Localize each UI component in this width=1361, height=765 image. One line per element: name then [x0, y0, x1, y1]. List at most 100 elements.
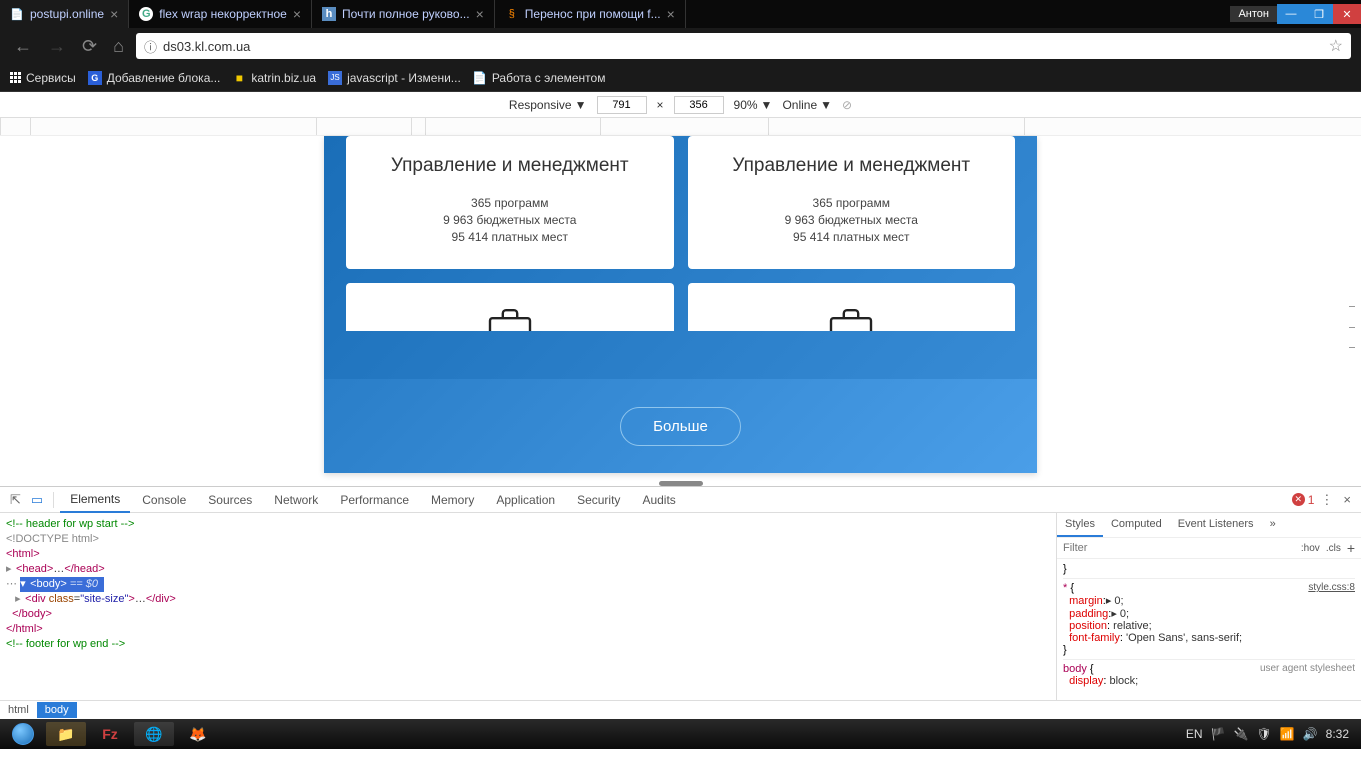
- forward-button[interactable]: →: [44, 36, 70, 57]
- dom-node[interactable]: <html>: [6, 547, 1050, 562]
- maximize-button[interactable]: ❐: [1305, 4, 1333, 24]
- inspect-icon[interactable]: ⇱: [6, 492, 25, 508]
- tab-performance[interactable]: Performance: [330, 488, 419, 512]
- tab-sources[interactable]: Sources: [198, 488, 262, 512]
- tab-elements[interactable]: Elements: [60, 487, 130, 513]
- rotate-icon[interactable]: ⊘: [842, 98, 852, 112]
- tab-styles[interactable]: Styles: [1057, 513, 1103, 537]
- briefcase-icon: [820, 307, 882, 331]
- close-icon[interactable]: ×: [1339, 492, 1355, 507]
- url-bar[interactable]: ⓘ ds03.kl.com.ua ☆: [136, 33, 1351, 59]
- device-toolbar: Responsive ▼ × 90% ▼ Online ▼ ⊘: [0, 92, 1361, 118]
- tab-3[interactable]: h Почти полное руково... ×: [312, 0, 495, 28]
- tab-1[interactable]: 📄 postupi.online ×: [0, 0, 129, 28]
- more-tabs-icon[interactable]: »: [1262, 513, 1284, 537]
- cls-toggle[interactable]: .cls: [1326, 543, 1341, 554]
- home-button[interactable]: ⌂: [109, 36, 128, 57]
- tab-network[interactable]: Network: [264, 488, 328, 512]
- taskbar-firefox[interactable]: 🦊: [178, 722, 218, 746]
- program-card[interactable]: [346, 283, 674, 331]
- device-toggle-icon[interactable]: ▭: [27, 492, 47, 508]
- bookmark-item[interactable]: 📄 Работа с элементом: [473, 71, 606, 85]
- breadcrumb-body[interactable]: body: [37, 702, 77, 718]
- bookmark-item[interactable]: G Добавление блока...: [88, 71, 221, 85]
- network-select[interactable]: Online ▼: [782, 98, 832, 112]
- tab-4[interactable]: § Перенос при помощи f... ×: [495, 0, 686, 28]
- zoom-select[interactable]: 90% ▼: [734, 98, 773, 112]
- apps-button[interactable]: Сервисы: [10, 71, 76, 85]
- dom-node[interactable]: ▸<div class="site-size">…</div>: [6, 592, 1050, 607]
- volume-icon[interactable]: 🔊: [1303, 727, 1318, 741]
- resize-handle-bottom[interactable]: [659, 481, 703, 486]
- dom-node[interactable]: </body>: [6, 607, 1050, 622]
- css-declaration[interactable]: display: block;: [1063, 675, 1355, 687]
- dom-node[interactable]: </html>: [6, 622, 1050, 637]
- error-indicator[interactable]: ✕ 1: [1292, 493, 1315, 507]
- back-button[interactable]: ←: [10, 36, 36, 57]
- file-icon: 📄: [10, 7, 24, 21]
- tab-audits[interactable]: Audits: [632, 488, 685, 512]
- close-icon[interactable]: ×: [476, 6, 484, 22]
- tray-icon[interactable]: 🛡: [1257, 727, 1272, 741]
- bookmark-star-icon[interactable]: ☆: [1329, 36, 1343, 56]
- windows-icon: [12, 723, 34, 745]
- bookmark-item[interactable]: ■ katrin.biz.ua: [232, 71, 316, 85]
- css-declaration[interactable]: padding:▸ 0;: [1063, 607, 1355, 620]
- taskbar-chrome[interactable]: 🌐: [134, 722, 174, 746]
- program-card[interactable]: [688, 283, 1016, 331]
- card-stat: 95 414 платных мест: [360, 230, 660, 244]
- card-stat: 365 программ: [702, 196, 1002, 210]
- more-button[interactable]: Больше: [620, 407, 741, 446]
- flag-icon[interactable]: 🏴: [1211, 727, 1226, 741]
- clock[interactable]: 8:32: [1326, 727, 1349, 741]
- tab-2[interactable]: G flex wrap некорректное ×: [129, 0, 312, 28]
- start-button[interactable]: [4, 721, 42, 747]
- tab-security[interactable]: Security: [567, 488, 630, 512]
- program-card[interactable]: Управление и менеджмент 365 программ 9 9…: [346, 136, 674, 269]
- dom-node-selected[interactable]: ⋯ ▾<body> == $0: [6, 577, 1050, 592]
- styles-filter-input[interactable]: [1063, 542, 1295, 554]
- resize-handle-right[interactable]: [1349, 306, 1355, 348]
- info-icon[interactable]: ⓘ: [144, 37, 157, 56]
- taskbar-explorer[interactable]: 📁: [46, 722, 86, 746]
- hov-toggle[interactable]: :hov: [1301, 543, 1320, 554]
- viewport-width-input[interactable]: [597, 96, 647, 114]
- reload-button[interactable]: ⟳: [78, 36, 101, 57]
- css-declaration[interactable]: font-family: 'Open Sans', sans-serif;: [1063, 632, 1355, 644]
- network-label: Online: [782, 98, 817, 112]
- tab-event-listeners[interactable]: Event Listeners: [1170, 513, 1262, 537]
- css-declaration[interactable]: margin:▸ 0;: [1063, 594, 1355, 607]
- bookmark-item[interactable]: JS javascript - Измени...: [328, 71, 461, 85]
- tab-console[interactable]: Console: [132, 488, 196, 512]
- tab-title: Почти полное руково...: [342, 7, 470, 21]
- tab-memory[interactable]: Memory: [421, 488, 484, 512]
- user-badge[interactable]: Антон: [1230, 6, 1277, 22]
- styles-rules[interactable]: } style.css:8 * { margin:▸ 0; padding:▸ …: [1057, 559, 1361, 700]
- lang-indicator[interactable]: EN: [1186, 727, 1203, 741]
- breadcrumb-bar: html body: [0, 700, 1361, 719]
- css-declaration[interactable]: position: relative;: [1063, 620, 1355, 632]
- tab-computed[interactable]: Computed: [1103, 513, 1170, 537]
- tab-bar: 📄 postupi.online × G flex wrap некоррект…: [0, 0, 1361, 28]
- device-preset-select[interactable]: Responsive ▼: [509, 98, 587, 112]
- site-icon: JS: [328, 71, 342, 85]
- add-rule-icon[interactable]: +: [1347, 540, 1355, 556]
- close-button[interactable]: ✕: [1333, 4, 1361, 24]
- tab-application[interactable]: Application: [486, 488, 565, 512]
- close-icon[interactable]: ×: [667, 6, 675, 22]
- minimize-button[interactable]: —: [1277, 4, 1305, 24]
- css-source-link[interactable]: style.css:8: [1308, 582, 1355, 593]
- dom-comment: <!-- header for wp start -->: [6, 517, 1050, 532]
- more-icon[interactable]: ⋮: [1316, 492, 1337, 508]
- taskbar-filezilla[interactable]: Fz: [90, 722, 130, 746]
- breadcrumb-html[interactable]: html: [0, 702, 37, 718]
- close-icon[interactable]: ×: [293, 6, 301, 22]
- viewport-height-input[interactable]: [674, 96, 724, 114]
- program-card[interactable]: Управление и менеджмент 365 программ 9 9…: [688, 136, 1016, 269]
- close-icon[interactable]: ×: [110, 6, 118, 22]
- elements-tree[interactable]: <!-- header for wp start --> <!DOCTYPE h…: [0, 513, 1056, 700]
- tray-icon[interactable]: 🔌: [1234, 727, 1249, 741]
- network-icon[interactable]: 📶: [1280, 727, 1295, 741]
- card-stat: 365 программ: [360, 196, 660, 210]
- dom-node[interactable]: ▸<head>…</head>: [6, 562, 1050, 577]
